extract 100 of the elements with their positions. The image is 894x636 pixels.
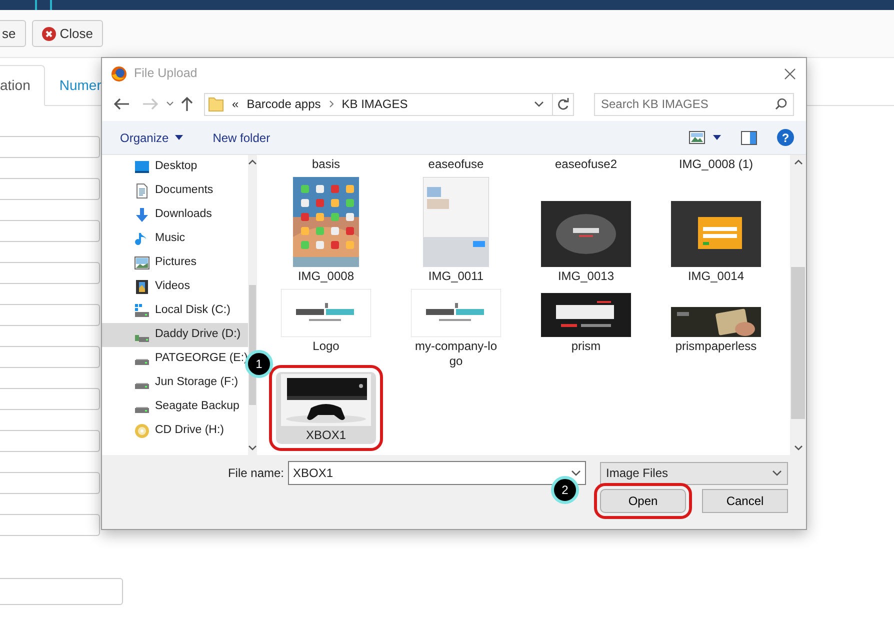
breadcrumb-item[interactable]: Barcode apps: [246, 95, 321, 113]
chevron-up-icon[interactable]: [248, 159, 257, 165]
drive-icon: [135, 334, 149, 342]
sidebar-item[interactable]: Pictures: [102, 251, 248, 275]
file-name: IMG_0008: [296, 269, 356, 284]
refresh-icon[interactable]: [557, 98, 569, 110]
file-item[interactable]: IMG_0011: [406, 175, 506, 285]
sidebar-item[interactable]: Daddy Drive (D:): [102, 323, 248, 347]
chevron-down-icon[interactable]: [571, 470, 581, 476]
file-item[interactable]: Logo: [276, 287, 376, 355]
up-arrow-icon[interactable]: [180, 96, 194, 112]
sidebar-item[interactable]: Jun Storage (F:): [102, 371, 248, 395]
input-field[interactable]: [0, 472, 100, 494]
download-arrow-icon: [134, 207, 150, 223]
new-folder-button[interactable]: New folder: [212, 128, 270, 146]
sidebar-item[interactable]: Desktop: [102, 155, 248, 179]
file-item[interactable]: basis: [276, 155, 376, 173]
drive-icon: [135, 406, 149, 414]
file-item[interactable]: IMG_0014: [666, 175, 766, 285]
desktop-icon: [134, 159, 150, 175]
sidebar-item[interactable]: Music: [102, 227, 248, 251]
file-item[interactable]: prism: [536, 287, 636, 355]
disc-icon: [134, 423, 150, 439]
browser-icon: [111, 66, 127, 82]
input-field[interactable]: [0, 136, 100, 158]
breadcrumb-item[interactable]: KB IMAGES: [342, 95, 408, 113]
chevron-right-icon: [328, 100, 334, 108]
close-button[interactable]: Close: [32, 20, 103, 47]
preview-pane-icon[interactable]: [741, 130, 757, 144]
file-name: IMG_0014: [686, 269, 746, 284]
sidebar-item[interactable]: Local Disk (C:): [102, 299, 248, 323]
sidebar-item[interactable]: Downloads: [102, 203, 248, 227]
sidebar-item[interactable]: Videos: [102, 275, 248, 299]
drive-icon: [134, 303, 150, 319]
chevron-down-icon[interactable]: [534, 100, 544, 108]
breadcrumb-overflow[interactable]: «: [232, 95, 239, 113]
chevron-down-icon[interactable]: [794, 445, 802, 451]
close-icon: [42, 26, 56, 40]
drive-icon: [135, 382, 149, 390]
picture-icon: [134, 255, 150, 271]
file-name: Logo: [312, 339, 340, 354]
input-field[interactable]: [0, 388, 100, 410]
file-item[interactable]: my-company-lo go: [406, 287, 506, 370]
file-item[interactable]: easeofuse2: [536, 155, 636, 173]
file-name: XBOX1: [304, 428, 348, 443]
page-button[interactable]: se: [0, 20, 26, 47]
input-field[interactable]: [0, 178, 100, 200]
file-item[interactable]: XBOX1: [276, 372, 376, 444]
help-button[interactable]: ?: [777, 129, 794, 146]
view-menu[interactable]: [689, 131, 721, 144]
input-field[interactable]: [0, 220, 100, 242]
file-name: prismpaperless: [674, 339, 758, 354]
chevron-down-icon[interactable]: [166, 101, 174, 107]
dialog-title: File Upload: [134, 65, 198, 82]
film-icon: [134, 279, 150, 295]
input-field[interactable]: [0, 346, 100, 368]
file-name: prism: [570, 339, 602, 354]
caret-icon: [713, 135, 721, 140]
file-name: IMG_0011: [427, 269, 485, 284]
file-item[interactable]: prismpaperless: [666, 287, 766, 355]
input-field[interactable]: [0, 262, 100, 284]
input-field[interactable]: [0, 304, 100, 326]
field-value: XBOX1: [293, 465, 334, 482]
file-name: IMG_0013: [556, 269, 616, 284]
field-label: File name:: [228, 465, 284, 482]
search-placeholder: Search KB IMAGES: [601, 96, 708, 113]
file-name: basis: [310, 157, 341, 172]
scrollbar[interactable]: [790, 155, 806, 455]
drive-icon: [135, 358, 149, 366]
search-icon: [775, 98, 787, 110]
file-name-field[interactable]: XBOX1: [288, 461, 586, 485]
search-field[interactable]: Search KB IMAGES: [594, 92, 794, 116]
chevron-down-icon: [772, 470, 782, 476]
tab[interactable]: ation: [0, 65, 46, 106]
input-field[interactable]: [0, 514, 100, 536]
chevron-down-icon[interactable]: [248, 445, 257, 451]
document-icon: [134, 183, 150, 199]
chevron-up-icon[interactable]: [794, 159, 802, 165]
sidebar-item[interactable]: Documents: [102, 179, 248, 203]
file-type-dropdown[interactable]: Image Files: [600, 462, 788, 484]
back-arrow-icon[interactable]: [112, 97, 130, 111]
scrollbar[interactable]: [248, 155, 257, 455]
cancel-button[interactable]: Cancel: [702, 489, 788, 513]
picture-icon: [689, 131, 705, 144]
input-field[interactable]: [0, 578, 123, 605]
file-name: easeofuse: [427, 157, 485, 172]
sidebar-item[interactable]: CD Drive (H:): [102, 419, 248, 443]
file-item[interactable]: IMG_0008 (1): [666, 155, 766, 173]
input-field[interactable]: [0, 430, 100, 452]
close-icon[interactable]: [784, 68, 796, 80]
file-item[interactable]: IMG_0008: [276, 175, 376, 285]
address-bar[interactable]: « Barcode apps KB IMAGES: [204, 92, 574, 116]
file-name: IMG_0008 (1): [678, 157, 754, 172]
file-item[interactable]: easeofuse: [406, 155, 506, 173]
folder-icon: [208, 96, 224, 112]
logo-icon: [34, 0, 54, 10]
caret-icon: [174, 135, 183, 140]
file-item[interactable]: IMG_0013: [536, 175, 636, 285]
sidebar-item[interactable]: Seagate Backup: [102, 395, 248, 419]
organize-menu[interactable]: Organize: [120, 128, 183, 146]
